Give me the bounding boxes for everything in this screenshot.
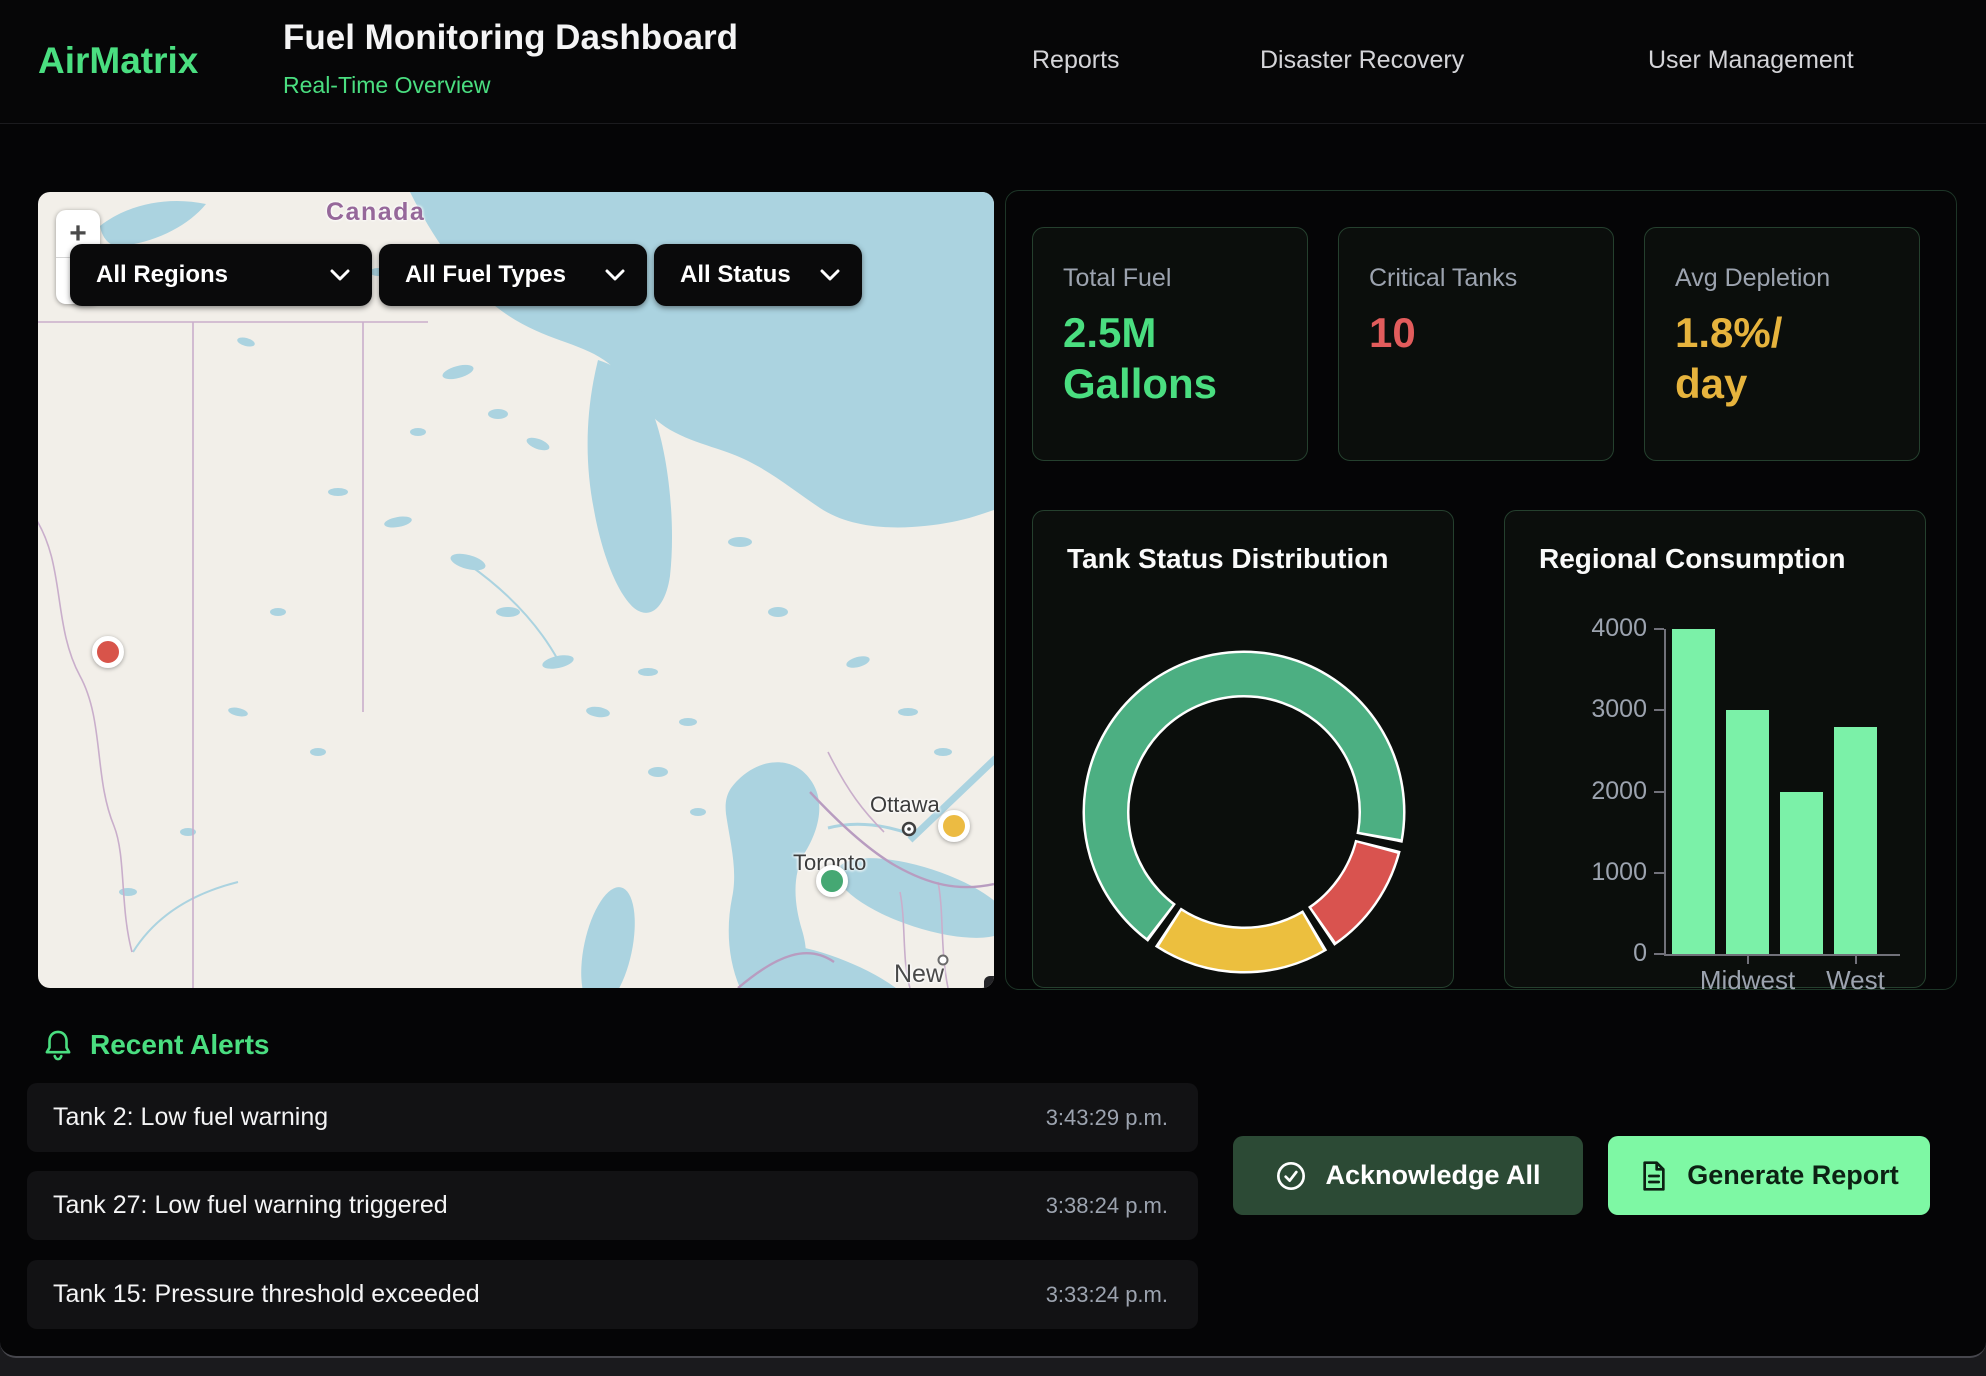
page-subtitle: Real-Time Overview — [283, 72, 490, 99]
chevron-down-icon — [820, 269, 840, 281]
stat-card-avg-depletion: Avg Depletion 1.8%/day — [1644, 227, 1920, 461]
map-label-canada: Canada — [326, 198, 425, 227]
y-tick-label: 0 — [1505, 939, 1647, 968]
acknowledge-all-button[interactable]: Acknowledge All — [1233, 1136, 1583, 1215]
map-label-ottawa: Ottawa — [870, 792, 940, 818]
bar-3 — [1834, 727, 1877, 955]
x-tick — [1747, 956, 1749, 964]
alert-message: Tank 2: Low fuel warning — [53, 1103, 328, 1132]
y-tick — [1654, 709, 1664, 711]
region-filter-dropdown[interactable]: All Regions — [70, 244, 372, 306]
fuel-type-filter-value: All Fuel Types — [405, 261, 566, 289]
tank-status-chart-card: Tank Status Distribution — [1032, 510, 1454, 988]
alert-row[interactable]: Tank 27: Low fuel warning triggered 3:38… — [27, 1171, 1198, 1240]
regional-consumption-chart-card: Regional Consumption 01000200030004000Mi… — [1504, 510, 1926, 988]
chevron-down-icon — [605, 269, 625, 281]
y-tick-label: 2000 — [1505, 777, 1647, 806]
chevron-down-icon — [330, 269, 350, 281]
alert-message: Tank 15: Pressure threshold exceeded — [53, 1280, 480, 1309]
stat-card-total-fuel: Total Fuel 2.5MGallons — [1032, 227, 1308, 461]
y-tick — [1654, 953, 1664, 955]
chart-title: Regional Consumption — [1539, 543, 1845, 575]
dashboard-root: AirMatrix Fuel Monitoring Dashboard Real… — [0, 0, 1986, 1358]
bar-chart[interactable]: 01000200030004000MidwestWest — [1505, 601, 1927, 981]
generate-report-label: Generate Report — [1687, 1160, 1899, 1191]
region-filter-value: All Regions — [96, 261, 228, 289]
x-tick — [1855, 956, 1857, 964]
y-tick — [1654, 791, 1664, 793]
status-filter-dropdown[interactable]: All Status — [654, 244, 862, 306]
stat-label: Avg Depletion — [1675, 264, 1889, 293]
map-panel[interactable]: Canada Ottawa Toronto New York + − All R… — [38, 192, 994, 988]
bell-icon — [42, 1028, 74, 1062]
bar-0 — [1672, 629, 1715, 954]
alert-timestamp: 3:43:29 p.m. — [1046, 1105, 1168, 1131]
y-tick-label: 1000 — [1505, 858, 1647, 887]
y-tick-label: 4000 — [1505, 614, 1647, 643]
stat-value: 2.5MGallons — [1063, 307, 1277, 409]
nav-reports[interactable]: Reports — [1032, 46, 1120, 75]
alert-message: Tank 27: Low fuel warning triggered — [53, 1191, 448, 1220]
alert-timestamp: 3:38:24 p.m. — [1046, 1193, 1168, 1219]
alerts-title: Recent Alerts — [90, 1029, 269, 1061]
nav-user-management[interactable]: User Management — [1648, 46, 1854, 75]
tank-marker-critical[interactable] — [92, 636, 124, 668]
file-text-icon — [1639, 1160, 1669, 1192]
alert-row[interactable]: Tank 2: Low fuel warning 3:43:29 p.m. — [27, 1083, 1198, 1152]
brand-logo: AirMatrix — [38, 40, 198, 82]
bar-2 — [1780, 792, 1823, 955]
alert-row[interactable]: Tank 15: Pressure threshold exceeded 3:3… — [27, 1260, 1198, 1329]
status-filter-value: All Status — [680, 261, 791, 289]
stat-card-critical-tanks: Critical Tanks 10 — [1338, 227, 1614, 461]
y-tick — [1654, 872, 1664, 874]
nav-disaster-recovery[interactable]: Disaster Recovery — [1260, 46, 1464, 75]
overview-panel: Total Fuel 2.5MGallons Critical Tanks 10… — [1005, 190, 1957, 990]
map-drag-handle-icon[interactable] — [984, 976, 994, 988]
donut-chart[interactable] — [1079, 647, 1409, 977]
y-tick-label: 3000 — [1505, 695, 1647, 724]
stat-value: 10 — [1369, 307, 1583, 358]
alerts-header: Recent Alerts — [42, 1028, 269, 1062]
y-axis — [1664, 629, 1666, 956]
stat-value: 1.8%/day — [1675, 307, 1889, 409]
acknowledge-all-label: Acknowledge All — [1325, 1160, 1540, 1191]
map-filter-bar: All Regions All Fuel Types All Status — [70, 244, 862, 306]
x-axis — [1664, 954, 1900, 956]
stat-label: Total Fuel — [1063, 264, 1277, 293]
stat-label: Critical Tanks — [1369, 264, 1583, 293]
check-circle-icon — [1275, 1160, 1307, 1192]
alert-timestamp: 3:33:24 p.m. — [1046, 1282, 1168, 1308]
tank-marker-normal[interactable] — [816, 865, 848, 897]
fuel-type-filter-dropdown[interactable]: All Fuel Types — [379, 244, 647, 306]
map-label-newyork: New York — [894, 960, 994, 988]
bar-1 — [1726, 710, 1769, 954]
x-tick-label: West — [1776, 965, 1936, 996]
donut-segment-warning — [1170, 929, 1312, 950]
city-dot-ottawa — [903, 823, 915, 835]
tank-marker-warning[interactable] — [938, 810, 970, 842]
y-tick — [1654, 628, 1664, 630]
chart-title: Tank Status Distribution — [1067, 543, 1389, 575]
generate-report-button[interactable]: Generate Report — [1608, 1136, 1930, 1215]
page-title: Fuel Monitoring Dashboard — [283, 18, 738, 58]
top-header: AirMatrix Fuel Monitoring Dashboard Real… — [0, 0, 1986, 124]
